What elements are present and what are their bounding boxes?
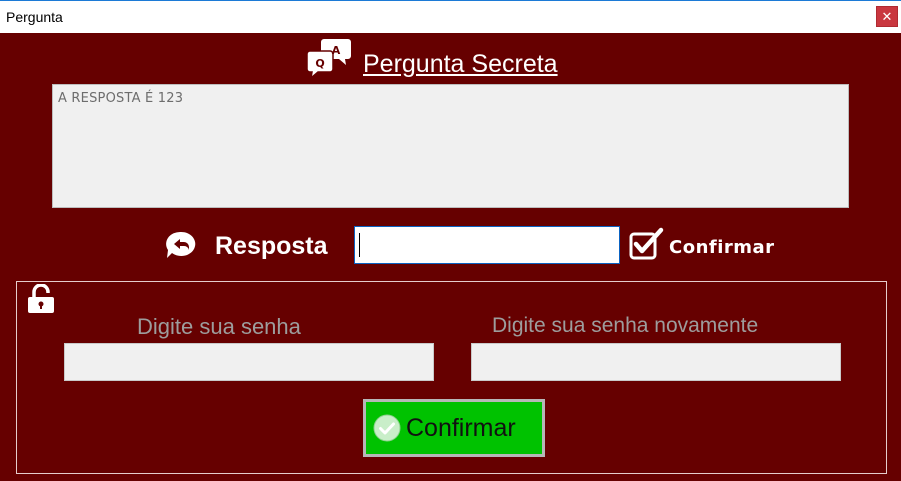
check-circle-icon: [373, 414, 401, 442]
answer-label: Resposta: [215, 232, 328, 260]
window-titlebar: Pergunta ✕: [0, 0, 901, 33]
reply-bubble-icon: [166, 231, 196, 258]
answer-input[interactable]: [354, 226, 620, 264]
qa-chat-icon: A Q: [307, 39, 351, 79]
secret-question-box: A RESPOSTA É 123: [52, 84, 849, 208]
checkbox-check-icon: [629, 227, 664, 260]
confirm-password-button[interactable]: Confirmar: [363, 399, 545, 457]
close-button[interactable]: ✕: [876, 6, 898, 27]
answer-row: Resposta Confirmar: [0, 225, 901, 265]
svg-text:A: A: [332, 44, 341, 57]
new-password-panel: Digite sua senha Digite sua senha novame…: [16, 281, 887, 474]
text-caret: [359, 233, 360, 257]
page-title: Pergunta Secreta: [363, 50, 558, 78]
new-password-label: Digite sua senha: [137, 314, 301, 339]
form-body: A Q Pergunta Secreta A RESPOSTA É 123 Re…: [0, 33, 901, 481]
new-password-field[interactable]: [64, 343, 434, 381]
confirm-answer-label: Confirmar: [669, 237, 775, 258]
repeat-password-label: Digite sua senha novamente: [492, 314, 759, 337]
svg-text:Q: Q: [315, 57, 324, 70]
window-title: Pergunta: [6, 9, 63, 25]
unlocked-padlock-icon: [28, 284, 54, 313]
confirm-password-label: Confirmar: [406, 414, 516, 442]
repeat-password-field[interactable]: [471, 343, 841, 381]
